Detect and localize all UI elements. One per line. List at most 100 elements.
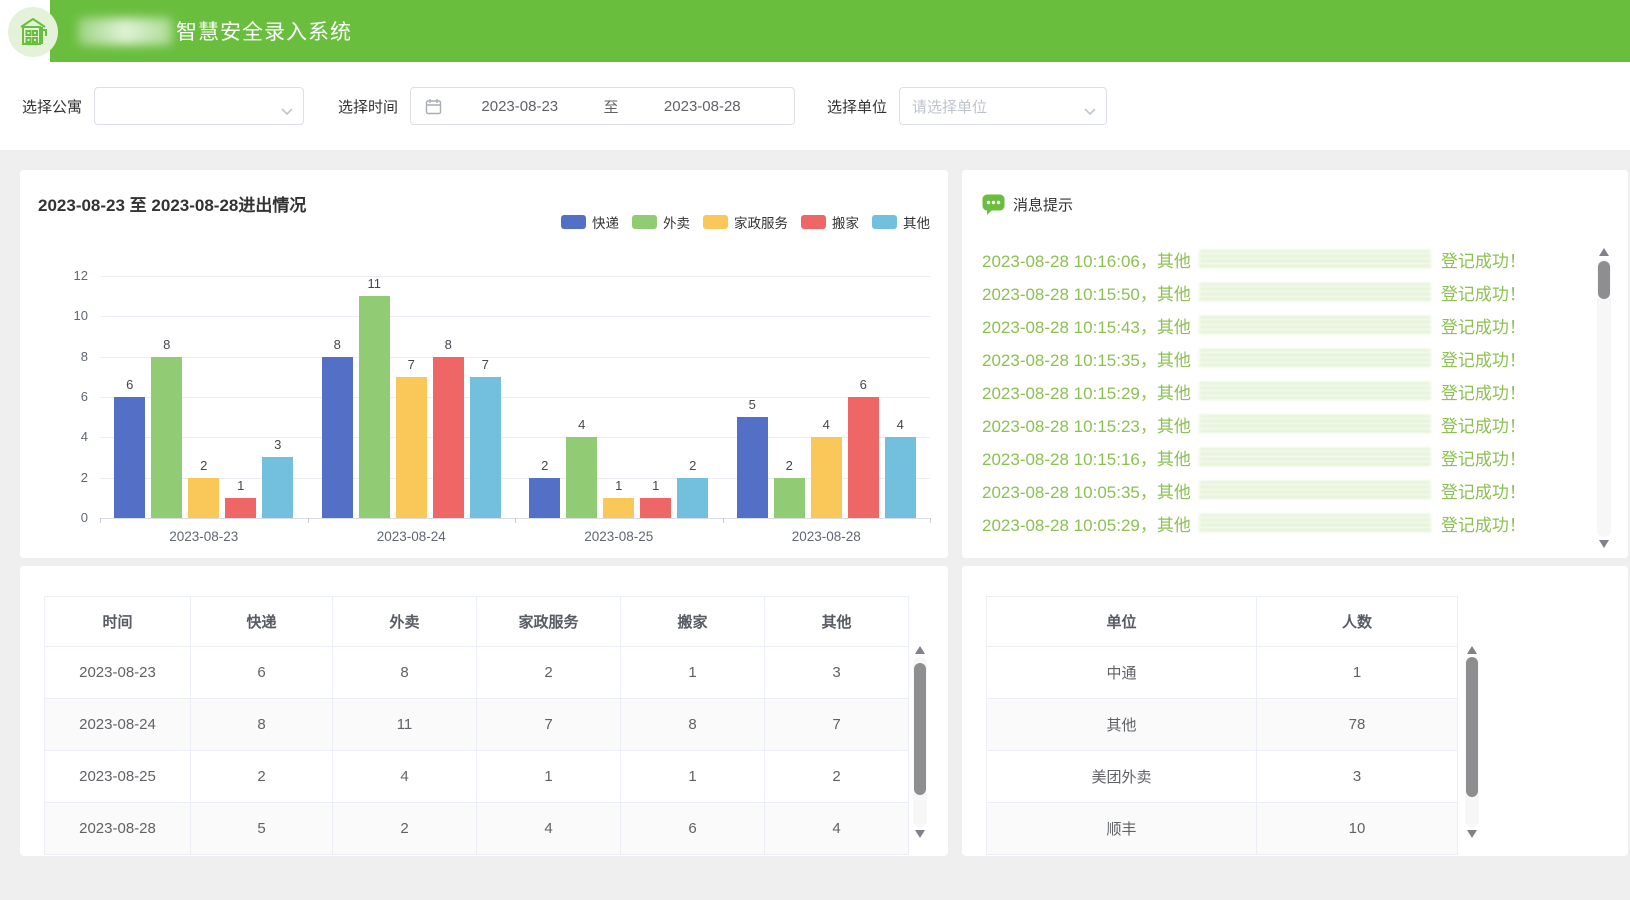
bar-value-label: 2 (188, 458, 219, 473)
scrollbar-thumb[interactable] (914, 663, 926, 795)
table-cell-link[interactable]: 7 (765, 699, 909, 751)
table-cell: 中通 (987, 647, 1257, 699)
scroll-down-arrow[interactable] (1467, 830, 1477, 838)
message-status-text: 登记成功！ (1441, 280, 1526, 305)
chevron-down-icon (1084, 103, 1096, 121)
table-cell-link[interactable]: 4 (765, 803, 909, 855)
date-separator: 至 (604, 96, 619, 117)
table-cell-link[interactable]: 1 (1257, 647, 1458, 699)
redacted-name (1199, 250, 1431, 269)
date-range-picker[interactable]: 2023-08-23 至 2023-08-28 (410, 87, 795, 125)
scroll-up-arrow[interactable] (1599, 248, 1609, 256)
chart-bar (225, 498, 256, 518)
chart-bar (529, 478, 560, 518)
legend-item[interactable]: 搬家 (801, 212, 859, 232)
legend-swatch (561, 215, 586, 229)
column-header: 单位 (987, 597, 1257, 647)
message-status-text: 登记成功！ (1441, 379, 1526, 404)
bar-value-label: 3 (262, 437, 293, 452)
gridline (100, 316, 930, 317)
table-cell-link[interactable]: 2 (477, 647, 621, 699)
chart-bar (114, 397, 145, 518)
table-cell-link[interactable]: 8 (621, 699, 765, 751)
bar-value-label: 1 (603, 478, 634, 493)
table-cell-link[interactable]: 8 (333, 647, 477, 699)
scrollbar-thumb[interactable] (1598, 261, 1610, 299)
legend-item[interactable]: 其他 (872, 212, 930, 232)
table-cell-link[interactable]: 5 (191, 803, 333, 855)
legend-item[interactable]: 外卖 (632, 212, 690, 232)
start-date-value[interactable]: 2023-08-23 (442, 98, 598, 115)
column-header: 家政服务 (477, 597, 621, 647)
unit-select[interactable]: 请选择单位 (899, 87, 1107, 125)
table-cell-link[interactable]: 2 (765, 751, 909, 803)
redacted-name (1199, 382, 1431, 401)
chart-bar (470, 377, 501, 518)
message-status-text: 登记成功！ (1441, 313, 1526, 338)
bar-value-label: 11 (359, 276, 390, 291)
table-row: 2023-08-2524112 (45, 751, 909, 803)
bar-value-label: 1 (640, 478, 671, 493)
table-cell-link[interactable]: 1 (621, 647, 765, 699)
filter-bar: 选择公寓 选择时间 2023-08-23 至 2023-08-28 选择单位 请… (0, 62, 1630, 150)
table-cell-link[interactable]: 4 (477, 803, 621, 855)
table-cell-link[interactable]: 3 (1257, 751, 1458, 803)
chevron-down-icon (281, 103, 293, 121)
chart-bar (848, 397, 879, 518)
table-cell-link[interactable]: 78 (1257, 699, 1458, 751)
scroll-up-arrow[interactable] (915, 646, 925, 654)
table-cell-link[interactable]: 6 (191, 647, 333, 699)
scrollbar-track[interactable] (1597, 259, 1611, 537)
table-cell-link[interactable]: 4 (333, 751, 477, 803)
messages-scrollbar[interactable] (1596, 248, 1612, 548)
y-axis-label: 8 (36, 349, 88, 364)
legend-label: 家政服务 (734, 212, 788, 232)
entries-table: 时间快递外卖家政服务搬家其他2023-08-23682132023-08-248… (44, 596, 909, 855)
message-text: 2023-08-28 10:16:06，其他 (982, 247, 1191, 272)
legend-item[interactable]: 家政服务 (703, 212, 788, 232)
chart-bar (603, 498, 634, 518)
table-cell-link[interactable]: 2 (191, 751, 333, 803)
entries-table-scrollbar[interactable] (912, 646, 928, 838)
table-cell-link[interactable]: 2 (333, 803, 477, 855)
table-cell-link[interactable]: 1 (621, 751, 765, 803)
message-status-text: 登记成功！ (1441, 511, 1526, 536)
legend-item[interactable]: 快递 (561, 212, 619, 232)
unit-filter-label: 选择单位 (827, 96, 887, 117)
table-cell-link[interactable]: 10 (1257, 803, 1458, 855)
table-cell-link[interactable]: 11 (333, 699, 477, 751)
bar-value-label: 2 (774, 458, 805, 473)
table-cell-link[interactable]: 6 (621, 803, 765, 855)
gridline (100, 437, 930, 438)
apartment-select[interactable] (94, 87, 304, 125)
table-cell-link[interactable]: 8 (191, 699, 333, 751)
scrollbar-thumb[interactable] (1466, 657, 1478, 797)
message-item: 2023-08-28 10:16:06，其他登记成功！ (982, 243, 1558, 276)
table-cell: 其他 (987, 699, 1257, 751)
bar-value-label: 2 (677, 458, 708, 473)
message-item: 2023-08-28 10:15:16，其他登记成功！ (982, 441, 1558, 474)
bar-value-label: 7 (396, 357, 427, 372)
chart-bar (885, 437, 916, 518)
legend-swatch (632, 215, 657, 229)
chart-bar (677, 478, 708, 518)
scroll-down-arrow[interactable] (1599, 540, 1609, 548)
end-date-value[interactable]: 2023-08-28 (625, 98, 781, 115)
message-list: 2023-08-28 10:16:06，其他登记成功！2023-08-28 10… (982, 243, 1558, 540)
scrollbar-track[interactable] (1465, 657, 1479, 827)
column-header: 快递 (191, 597, 333, 647)
bar-value-label: 8 (433, 337, 464, 352)
table-cell-link[interactable]: 1 (477, 751, 621, 803)
chart-bar (811, 437, 842, 518)
scroll-down-arrow[interactable] (915, 830, 925, 838)
scroll-up-arrow[interactable] (1467, 646, 1477, 654)
units-table-scrollbar[interactable] (1464, 646, 1480, 838)
scrollbar-track[interactable] (913, 657, 927, 827)
message-status-text: 登记成功！ (1441, 478, 1526, 503)
bar-value-label: 6 (848, 377, 879, 392)
table-cell-link[interactable]: 3 (765, 647, 909, 699)
table-cell-link[interactable]: 7 (477, 699, 621, 751)
y-axis-label: 10 (36, 308, 88, 323)
redacted-name (1199, 316, 1431, 335)
redacted-name (1199, 283, 1431, 302)
